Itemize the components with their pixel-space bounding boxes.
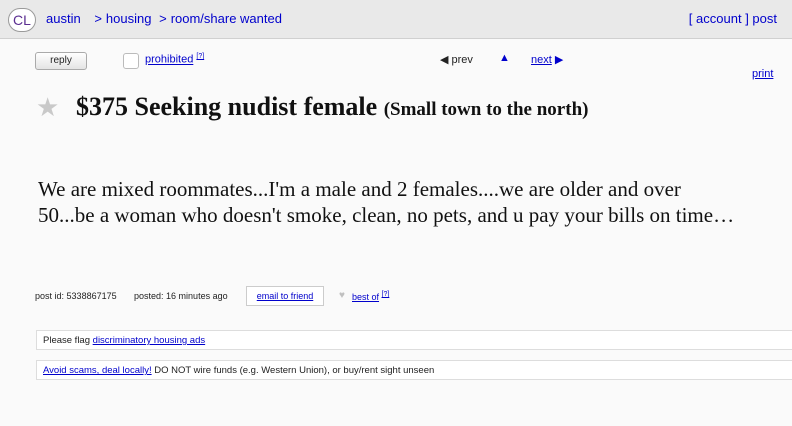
- breadcrumb: austin > housing > room/share wanted: [46, 11, 282, 26]
- best-of-link[interactable]: best of: [352, 292, 379, 302]
- breadcrumb-housing[interactable]: housing: [106, 11, 152, 26]
- best-of-help-link[interactable]: [?]: [382, 291, 390, 298]
- post-id: post id: 5338867175: [35, 291, 117, 301]
- prohibited-checkbox[interactable]: [123, 53, 139, 69]
- email-to-friend-button[interactable]: email to friend: [246, 286, 324, 306]
- top-bar: CL austin > housing > room/share wanted [ …: [0, 0, 792, 39]
- account-links: [ account ] post: [688, 11, 777, 26]
- up-icon[interactable]: ▲: [499, 52, 510, 64]
- prohibited-flag: prohibited [?]: [145, 53, 204, 66]
- post-id-label: post id:: [35, 291, 65, 301]
- flag-notice-text: Please flag: [43, 335, 91, 346]
- discriminatory-ads-link[interactable]: discriminatory housing ads: [93, 335, 205, 346]
- next-button[interactable]: next ▶: [531, 53, 563, 66]
- posted-time: posted: 16 minutes ago: [134, 291, 228, 301]
- posting-price: $375: [76, 92, 128, 121]
- avoid-scams-link[interactable]: Avoid scams, deal locally!: [43, 365, 152, 376]
- breadcrumb-city[interactable]: austin: [46, 11, 81, 26]
- triangle-right-icon: ▶: [554, 54, 564, 66]
- posting-location: (Small town to the north): [383, 99, 589, 120]
- best-of: best of [?]: [352, 291, 389, 302]
- posted-value: 16 minutes ago: [166, 291, 228, 301]
- prev-button[interactable]: ◀ prev: [440, 53, 473, 66]
- star-icon[interactable]: ★: [36, 92, 59, 122]
- print-link[interactable]: print: [752, 68, 773, 80]
- craigslist-logo[interactable]: CL: [8, 8, 36, 32]
- account-link[interactable]: account: [696, 11, 742, 26]
- email-to-friend-label: email to friend: [256, 291, 314, 301]
- triangle-left-icon: ◀: [440, 54, 449, 66]
- heart-icon[interactable]: ♥: [339, 290, 345, 301]
- scam-notice-text: DO NOT wire funds (e.g. Western Union), …: [154, 365, 435, 376]
- reply-button[interactable]: reply: [35, 52, 87, 70]
- prohibited-link[interactable]: prohibited: [145, 54, 193, 66]
- posting-body: We are mixed roommates...I'm a male and …: [38, 177, 735, 227]
- next-label: next: [531, 54, 552, 66]
- prohibited-help-link[interactable]: [?]: [196, 53, 204, 60]
- posted-label: posted:: [134, 291, 164, 301]
- scam-notice: Avoid scams, deal locally! DO NOT wire f…: [36, 360, 792, 380]
- post-id-value: 5338867175: [66, 291, 117, 301]
- breadcrumb-separator: >: [94, 11, 102, 26]
- breadcrumb-separator: >: [159, 11, 167, 26]
- breadcrumb-room-share-wanted[interactable]: room/share wanted: [171, 11, 282, 26]
- prev-label: prev: [451, 54, 473, 66]
- posting-title-text: Seeking nudist female: [134, 92, 378, 121]
- posting-title: $375 Seeking nudist female (Small town t…: [76, 92, 588, 122]
- post-link[interactable]: post: [752, 11, 777, 26]
- flag-notice: Please flag discriminatory housing ads: [36, 330, 792, 350]
